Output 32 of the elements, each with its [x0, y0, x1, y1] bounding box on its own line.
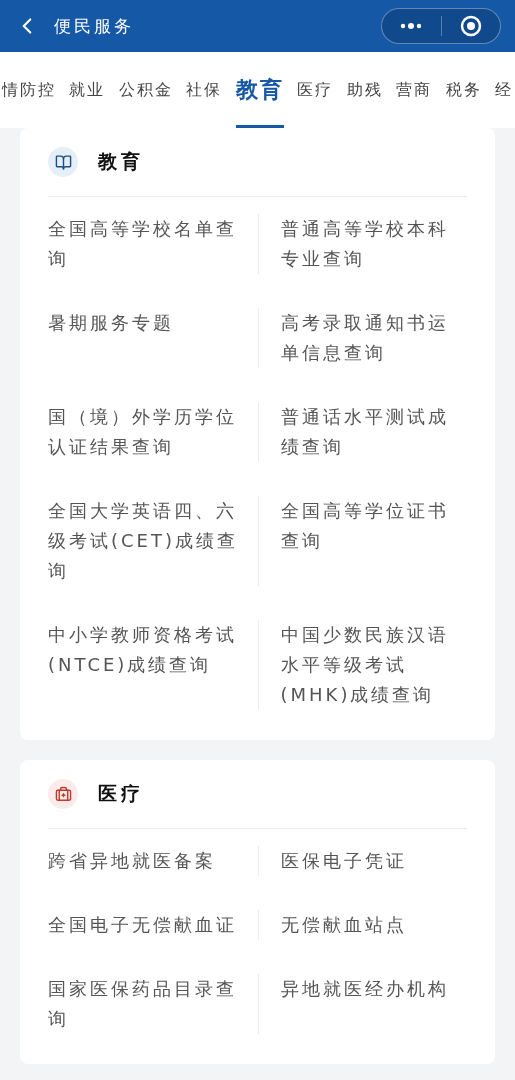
service-link[interactable]: 暑期服务专题 — [48, 308, 258, 368]
category-tab[interactable]: 营商 — [396, 52, 433, 128]
service-link[interactable]: 高考录取通知书运单信息查询 — [257, 308, 467, 368]
service-link[interactable]: 异地就医经办机构 — [257, 974, 467, 1034]
service-link[interactable]: 国家医保药品目录查询 — [48, 974, 258, 1034]
service-link[interactable]: 医保电子凭证 — [257, 846, 467, 876]
service-link[interactable]: 无偿献血站点 — [257, 910, 467, 940]
service-link[interactable]: 跨省异地就医备案 — [48, 846, 258, 876]
book-icon — [48, 147, 78, 177]
more-icon[interactable] — [400, 23, 423, 29]
service-link[interactable]: 普通话水平测试成绩查询 — [257, 402, 467, 462]
page-title: 便民服务 — [54, 14, 135, 38]
service-link[interactable]: 普通高等学校本科专业查询 — [257, 214, 467, 274]
category-tab[interactable]: 税务 — [445, 52, 482, 128]
service-link[interactable]: 全国高等学位证书查询 — [257, 496, 467, 586]
category-tab[interactable]: 社保 — [186, 52, 223, 128]
service-link[interactable]: 中国少数民族汉语水平等级考试(MHK)成绩查询 — [257, 620, 467, 710]
service-link[interactable]: 全国大学英语四、六级考试(CET)成绩查询 — [48, 496, 258, 586]
service-link[interactable]: 全国高等学校名单查询 — [48, 214, 258, 274]
section-title: 医疗 — [98, 781, 144, 806]
service-link[interactable]: 国（境）外学历学位认证结果查询 — [48, 402, 258, 462]
category-tab[interactable]: 公积金 — [118, 52, 173, 128]
category-tab[interactable]: 助残 — [346, 52, 383, 128]
section-title: 教育 — [98, 149, 144, 174]
category-tab[interactable]: 经 — [494, 52, 513, 128]
service-link[interactable]: 全国电子无偿献血证 — [48, 910, 258, 940]
category-tab[interactable]: 医疗 — [297, 52, 334, 128]
close-target-icon[interactable] — [459, 15, 482, 37]
medical-kit-icon — [48, 779, 78, 809]
service-link[interactable]: 中小学教师资格考试(NTCE)成绩查询 — [48, 620, 258, 710]
category-tab[interactable]: 情防控 — [2, 52, 56, 128]
category-tab[interactable]: 就业 — [69, 52, 106, 128]
